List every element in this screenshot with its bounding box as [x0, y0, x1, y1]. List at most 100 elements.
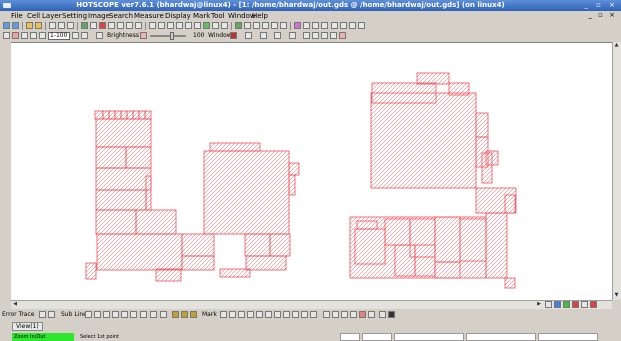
- menu-layer[interactable]: Layer: [42, 12, 62, 20]
- layout-polygon[interactable]: [269, 233, 291, 257]
- screenshot-icon[interactable]: [349, 22, 356, 29]
- layout-polygon[interactable]: [95, 118, 152, 148]
- open-icon[interactable]: [26, 22, 33, 29]
- save-icon[interactable]: [388, 311, 395, 318]
- rotate-icon[interactable]: [190, 311, 197, 318]
- mark-clear-icon[interactable]: [350, 311, 357, 318]
- layout-polygon[interactable]: [219, 268, 251, 278]
- mark-text-icon[interactable]: [274, 311, 281, 318]
- mark-layer-icon[interactable]: [368, 311, 375, 318]
- layout-polygon[interactable]: [203, 150, 290, 235]
- fit-icon[interactable]: [90, 22, 97, 29]
- stop-icon[interactable]: [99, 22, 106, 29]
- menu-file[interactable]: File: [11, 12, 23, 20]
- window-controls[interactable]: _ ▫ ×: [584, 1, 618, 9]
- circle-target-icon[interactable]: [130, 311, 137, 318]
- zoom-previous-icon[interactable]: [135, 22, 142, 29]
- layout-polygon[interactable]: [94, 110, 104, 120]
- layout-polygon[interactable]: [245, 255, 287, 271]
- status-field-2[interactable]: [362, 333, 392, 341]
- window-color-icon[interactable]: [230, 32, 237, 39]
- layout-polygon[interactable]: [95, 146, 127, 169]
- cell-tree-icon[interactable]: [271, 22, 278, 29]
- zoom-in-icon[interactable]: [108, 22, 115, 29]
- layout-polygon[interactable]: [108, 110, 116, 120]
- layout-polygon[interactable]: [138, 110, 146, 120]
- layer-table-icon[interactable]: [262, 22, 269, 29]
- menu-measure[interactable]: Measure: [134, 12, 164, 20]
- toggle-icon[interactable]: [81, 32, 88, 39]
- layout-polygon[interactable]: [434, 261, 461, 279]
- layout-polygon[interactable]: [209, 142, 261, 152]
- vertical-ruler-icon[interactable]: [194, 22, 201, 29]
- brightness-box-icon[interactable]: [96, 32, 103, 39]
- copy-icon[interactable]: [58, 22, 65, 29]
- window-arrange-icon[interactable]: [289, 32, 296, 39]
- doc-icon[interactable]: [331, 22, 338, 29]
- mark-image-icon[interactable]: [301, 311, 308, 318]
- layout-canvas[interactable]: [11, 42, 612, 301]
- menu-mark[interactable]: Mark: [193, 12, 210, 20]
- origin-icon[interactable]: [253, 22, 260, 29]
- diamond-icon[interactable]: [244, 22, 251, 29]
- line-cross-icon[interactable]: [103, 311, 110, 318]
- layout-polygon[interactable]: [416, 72, 450, 85]
- layout-polygon[interactable]: [384, 218, 411, 246]
- layout-polygon[interactable]: [126, 110, 134, 120]
- measure-icon[interactable]: [167, 22, 174, 29]
- layout-polygon[interactable]: [504, 277, 516, 289]
- layout-polygon[interactable]: [132, 110, 140, 120]
- layout-polygon[interactable]: [414, 244, 436, 277]
- window-close-all-icon[interactable]: [330, 32, 337, 39]
- layer-icon-3[interactable]: [563, 301, 570, 308]
- layout-polygon[interactable]: [459, 218, 487, 262]
- line-slash-icon[interactable]: [121, 311, 128, 318]
- grid-icon[interactable]: [235, 22, 242, 29]
- export-icon[interactable]: [340, 22, 347, 29]
- menu-setting[interactable]: Setting: [62, 12, 87, 20]
- mark-props-icon[interactable]: [379, 311, 386, 318]
- flip-icon[interactable]: [172, 311, 179, 318]
- line-horizontal-icon[interactable]: [94, 311, 101, 318]
- forward-icon[interactable]: [12, 22, 19, 29]
- brightness-slider[interactable]: [150, 35, 186, 37]
- layout-polygon[interactable]: [181, 255, 215, 271]
- angle-icon[interactable]: [212, 22, 219, 29]
- menu-image[interactable]: Image: [88, 12, 110, 20]
- horizontal-scrollbar[interactable]: ◀ ▶: [11, 300, 612, 309]
- checkbox-icon[interactable]: [72, 32, 79, 39]
- mark-polygon-icon[interactable]: [265, 311, 272, 318]
- menu-cell[interactable]: Cell: [27, 12, 40, 20]
- layout-polygon[interactable]: [102, 110, 110, 120]
- window-single-icon[interactable]: [245, 32, 252, 39]
- layout-polygon[interactable]: [504, 194, 516, 214]
- select-icon[interactable]: [149, 22, 156, 29]
- window-cols-icon[interactable]: [321, 32, 328, 39]
- layout-polygon[interactable]: [85, 262, 97, 280]
- layout-polygon[interactable]: [135, 209, 177, 235]
- layout-polygon[interactable]: [394, 244, 416, 277]
- menu-display[interactable]: Display: [165, 12, 191, 20]
- mark-list-icon[interactable]: [323, 311, 330, 318]
- scroll-down-arrow-icon[interactable]: ▼: [613, 292, 620, 300]
- pan-icon[interactable]: [158, 22, 165, 29]
- bracket-icon[interactable]: [150, 311, 157, 318]
- mirror-icon[interactable]: [181, 311, 188, 318]
- diagonal-ruler-icon[interactable]: [185, 22, 192, 29]
- layout-polygon[interactable]: [95, 167, 152, 191]
- layout-polygon[interactable]: [155, 268, 182, 282]
- mark-wave-icon[interactable]: [292, 311, 299, 318]
- horizontal-ruler-icon[interactable]: [176, 22, 183, 29]
- error-trace-arrow-icon[interactable]: [48, 311, 55, 318]
- layout-polygon[interactable]: [354, 228, 386, 265]
- compare-icon[interactable]: [294, 22, 301, 29]
- mark-export-icon[interactable]: [341, 311, 348, 318]
- print-icon[interactable]: [321, 22, 328, 29]
- back-icon[interactable]: [3, 22, 10, 29]
- layout-polygon[interactable]: [356, 220, 378, 230]
- circle-clock-icon[interactable]: [140, 311, 147, 318]
- layer-icon-1[interactable]: [545, 301, 552, 308]
- flag-icon[interactable]: [312, 22, 319, 29]
- layout-polygon[interactable]: [434, 216, 461, 263]
- zoom-out-icon[interactable]: [117, 22, 124, 29]
